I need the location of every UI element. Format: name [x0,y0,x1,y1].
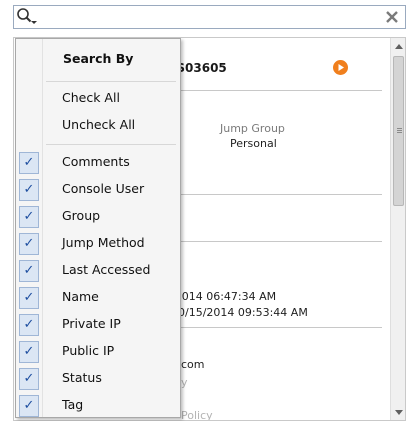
vertical-scrollbar[interactable] [390,38,405,420]
divider [170,194,382,195]
option-label: Private IP [62,316,121,331]
checkbox-checked-icon[interactable]: ✓ [19,395,39,417]
checkbox-checked-icon[interactable]: ✓ [19,152,39,174]
menu-separator [46,144,176,145]
hostname-suffix: com [181,358,205,371]
menu-header: Search By [63,51,134,66]
option-label: Tag [62,397,84,412]
checkbox-checked-icon[interactable]: ✓ [19,179,39,201]
faint-text: y [181,376,188,389]
check-all-item[interactable]: Check All [62,90,120,105]
divider [170,327,382,328]
magnifier-icon [17,8,37,24]
dropdown-arrow-icon [31,21,37,24]
play-icon[interactable] [333,60,348,79]
scroll-grip-icon [397,128,402,129]
checkbox-checked-icon[interactable]: ✓ [19,314,39,336]
created-date: 10/15/2014 09:53:44 AM [171,306,308,319]
option-label: Status [62,370,102,385]
search-bar[interactable] [13,5,406,29]
divider [170,90,382,91]
jump-group-label: Jump Group [220,122,285,135]
checkbox-checked-icon[interactable]: ✓ [19,233,39,255]
checkbox-checked-icon[interactable]: ✓ [19,341,39,363]
search-by-dropdown-button[interactable] [16,7,40,27]
policy-text: Policy [181,409,213,421]
menu-separator [46,81,176,82]
checkbox-checked-icon[interactable]: ✓ [19,287,39,309]
option-label: Last Accessed [62,262,151,277]
option-label: Name [62,289,99,304]
clear-search-button[interactable] [383,8,401,26]
checkbox-checked-icon[interactable]: ✓ [19,368,39,390]
scroll-thumb[interactable] [393,56,404,206]
uncheck-all-item[interactable]: Uncheck All [62,117,135,132]
checkbox-checked-icon[interactable]: ✓ [19,260,39,282]
search-by-menu: Search By Check All Uncheck All ✓ Commen… [15,38,181,418]
option-label: Console User [62,181,145,196]
close-icon [386,11,398,23]
last-accessed-date: /2014 06:47:34 AM [171,290,277,303]
scroll-up-arrow-icon[interactable] [395,44,403,49]
jump-group-value: Personal [230,137,277,150]
divider [170,241,382,242]
menu-gutter [42,39,43,417]
option-label: Group [62,208,101,223]
scroll-down-arrow-icon[interactable] [395,410,403,415]
option-label: Jump Method [62,235,145,250]
checkbox-checked-icon[interactable]: ✓ [19,206,39,228]
option-label: Public IP [62,343,115,358]
option-label: Comments [62,154,130,169]
